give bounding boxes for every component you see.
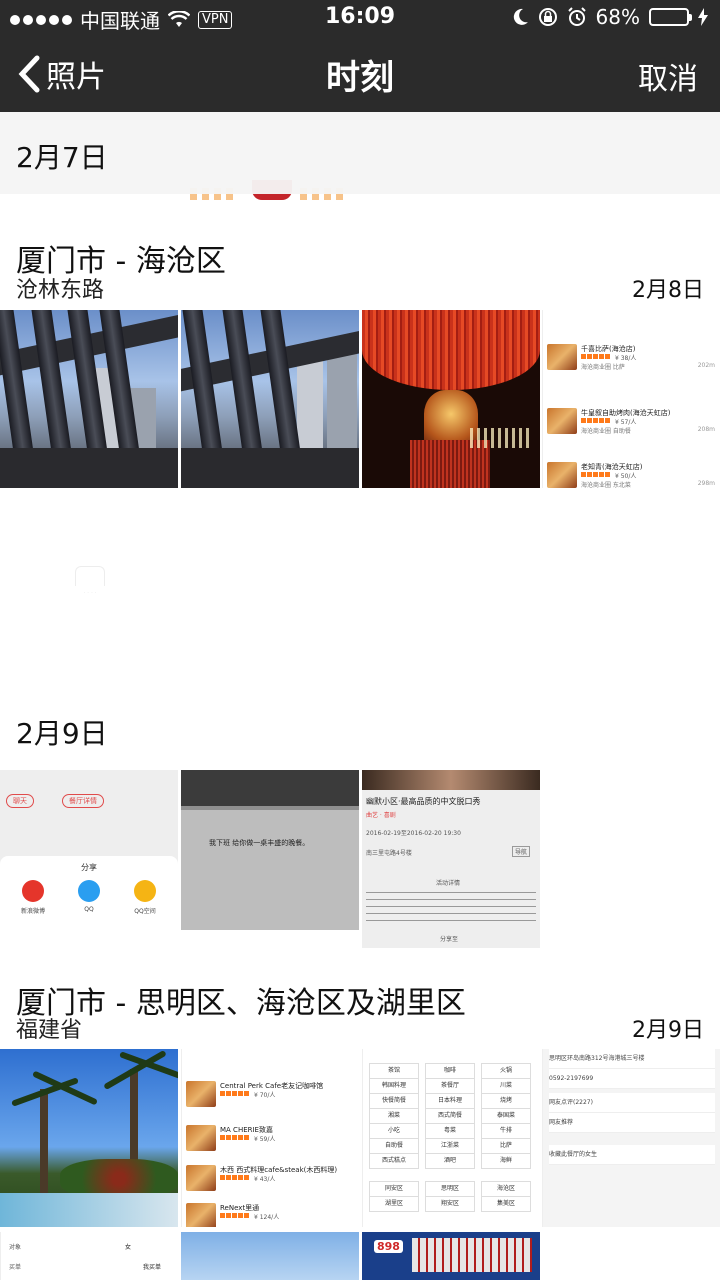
- list-item: 千喜比萨(海沧店) ¥ 38/人 海沧商业圈 比萨 202m: [547, 340, 717, 396]
- detail-address: 思明区环岛南路312号海港城三号楼: [549, 1049, 715, 1069]
- bottom-label: 买单: [9, 1264, 22, 1271]
- event-section: 活动详情: [436, 880, 461, 887]
- alarm-icon: [567, 7, 586, 26]
- moment-date: 2月9日: [632, 1018, 704, 1043]
- area-cell: 海沧区: [481, 1181, 531, 1197]
- category-cell: 川菜: [481, 1078, 531, 1094]
- post-text: 我下班 给你做一桌丰盛的晚餐。: [209, 839, 310, 847]
- list-item: ReNext里通 ¥ 124/人: [186, 1199, 356, 1227]
- category-cell: 西式简餐: [425, 1108, 475, 1124]
- photo-thumbnail[interactable]: [0, 1049, 178, 1227]
- price-badge: 898: [374, 1240, 403, 1253]
- event-nav-button: 导航: [512, 846, 531, 857]
- photo-row: 对象 女 买单 我买单 898: [0, 1232, 720, 1280]
- list-item: MA CHERIE致嘉 ¥ 59/人: [186, 1121, 356, 1161]
- nav-bar: 照片 时刻 取消: [0, 36, 720, 112]
- share-sheet: 分享 新浪微博 QQ QQ空间: [0, 856, 178, 948]
- section-date: 2月7日: [16, 141, 108, 174]
- category-cell: 小吃: [369, 1123, 419, 1139]
- category-cell: 湘菜: [369, 1108, 419, 1124]
- list-item: 木西 西式料理cafe&steak(木西料理) ¥ 43/人: [186, 1161, 356, 1201]
- detail-recommend: 网友推荐: [549, 1113, 715, 1133]
- share-title: 分享: [81, 863, 97, 872]
- screenshot-thumbnail[interactable]: Central Perk Cafe老友记咖啡馆 ¥ 70/人 MA CHERIE…: [181, 1049, 359, 1227]
- photo-thumbnail[interactable]: [362, 310, 540, 488]
- area-cell: 湖里区: [369, 1196, 419, 1212]
- category-cell: 快餐简餐: [369, 1093, 419, 1109]
- section-header-date: 2月7日: [0, 112, 720, 194]
- detail-phone: 0592-2197699: [549, 1069, 715, 1089]
- share-target-label: QQ: [84, 906, 94, 913]
- moment-date: 2月9日: [16, 717, 108, 750]
- category-cell: 泰国菜: [481, 1108, 531, 1124]
- share-target-label: 新浪微博: [20, 908, 45, 915]
- weibo-icon: [22, 880, 44, 902]
- charging-icon: [698, 8, 708, 26]
- detail-pill: 餐厅详情: [62, 794, 104, 808]
- detail-fav: 收藏此餐厅的女生: [549, 1145, 715, 1165]
- event-address: 南三里屯路4号楼: [366, 850, 412, 857]
- area-cell: 思明区: [425, 1181, 475, 1197]
- event-title: 幽默小区·最高品质的中文脱口秀: [366, 797, 481, 806]
- photo-row: 千喜比萨(海沧店) ¥ 38/人 海沧商业圈 比萨 202m 牛皇叙自助烤肉(海…: [0, 310, 720, 488]
- category-cell: 韩国料理: [369, 1078, 419, 1094]
- list-item: Central Perk Cafe老友记咖啡馆 ¥ 70/人: [186, 1077, 356, 1117]
- screenshot-thumbnail[interactable]: 千喜比萨(海沧店) ¥ 38/人 海沧商业圈 比萨 202m 牛皇叙自助烤肉(海…: [542, 310, 720, 488]
- photo-thumbnail[interactable]: 898: [362, 1232, 540, 1280]
- qzone-icon: [134, 880, 156, 902]
- category-cell: 牛排: [481, 1123, 531, 1139]
- screenshot-thumbnail[interactable]: 茶馆 咖啡 火锅韩国料理 茶餐厅 川菜快餐简餐 日本料理 烧烤湘菜 西式简餐 泰国菜小吃 粤菜 牛排…: [362, 1049, 540, 1227]
- category-cell: 酒吧: [425, 1153, 475, 1169]
- category-cell: 海鲜: [481, 1153, 531, 1169]
- photo-thumbnail[interactable]: [181, 310, 359, 488]
- moment-sublocation: 福建省: [16, 1018, 83, 1043]
- photo-row: Central Perk Cafe老友记咖啡馆 ¥ 70/人 MA CHERIE…: [0, 1049, 720, 1227]
- category-cell: 咖啡: [425, 1063, 475, 1079]
- category-cell: 粤菜: [425, 1123, 475, 1139]
- event-tag: 曲艺 · 喜剧: [366, 812, 396, 819]
- status-bar: 中国联通 VPN 16:09 68%: [0, 0, 720, 36]
- rotation-lock-icon: [538, 8, 557, 26]
- category-cell: 比萨: [481, 1138, 531, 1154]
- page-title: 时刻: [326, 58, 394, 98]
- category-cell: 江浙菜: [425, 1138, 475, 1154]
- list-item: 老知青(海沧天虹店) ¥ 50/人 海沧商业圈 东北菜 298m: [547, 458, 717, 488]
- list-item: 牛皇叙自助烤肉(海沧天虹店) ¥ 57/人 海沧商业圈 自助餐 208m: [547, 404, 717, 460]
- photo-row: 聊天 餐厅详情 分享 新浪微博 QQ QQ空间 我下班 给你做一桌丰盛的晚餐。 …: [0, 770, 720, 948]
- event-share: 分享至: [440, 936, 459, 943]
- category-cell: 自助餐: [369, 1138, 419, 1154]
- screenshot-thumbnail[interactable]: 我下班 给你做一桌丰盛的晚餐。: [181, 770, 359, 948]
- battery-percent: 68%: [595, 5, 640, 29]
- watermark-logo: · · · ·: [60, 566, 120, 606]
- category-cell: 火锅: [481, 1063, 531, 1079]
- photo-thumbnail[interactable]: [181, 1232, 359, 1280]
- event-date: 2016-02-19至2016-02-20 19:30: [366, 830, 461, 837]
- qq-icon: [78, 880, 100, 902]
- screenshot-thumbnail[interactable]: 对象 女 买单 我买单: [0, 1232, 178, 1280]
- category-cell: 烧烤: [481, 1093, 531, 1109]
- category-cell: 茶餐厅: [425, 1078, 475, 1094]
- moment-date: 2月8日: [632, 278, 704, 303]
- bottom-label: 女: [125, 1244, 132, 1251]
- bottom-label: 我买单: [143, 1264, 162, 1271]
- battery-icon: [649, 8, 692, 26]
- share-target-label: QQ空间: [134, 908, 156, 915]
- category-cell: 茶馆: [369, 1063, 419, 1079]
- moment-sublocation: 沧林东路: [16, 278, 105, 303]
- category-cell: 西式糕点: [369, 1153, 419, 1169]
- area-cell: 同安区: [369, 1181, 419, 1197]
- area-cell: 集美区: [481, 1196, 531, 1212]
- detail-reviews: 网友点评(2227): [549, 1093, 715, 1113]
- screenshot-thumbnail[interactable]: 聊天 餐厅详情 分享 新浪微博 QQ QQ空间: [0, 770, 178, 948]
- cancel-button[interactable]: 取消: [638, 54, 698, 98]
- category-cell: 日本料理: [425, 1093, 475, 1109]
- screenshot-thumbnail[interactable]: 幽默小区·最高品质的中文脱口秀 曲艺 · 喜剧 2016-02-19至2016-…: [362, 770, 540, 948]
- screenshot-thumbnail[interactable]: 思明区环岛南路312号海港城三号楼 0592-2197699 网友点评(2227…: [542, 1049, 720, 1227]
- photo-thumbnail[interactable]: [0, 310, 178, 488]
- chat-pill: 聊天: [6, 794, 34, 808]
- bottom-label: 对象: [9, 1244, 22, 1251]
- moon-icon: [513, 8, 528, 25]
- moment-location[interactable]: 厦门市 - 思明区、海沧区及湖里区: [16, 978, 466, 1022]
- area-cell: 翔安区: [425, 1196, 475, 1212]
